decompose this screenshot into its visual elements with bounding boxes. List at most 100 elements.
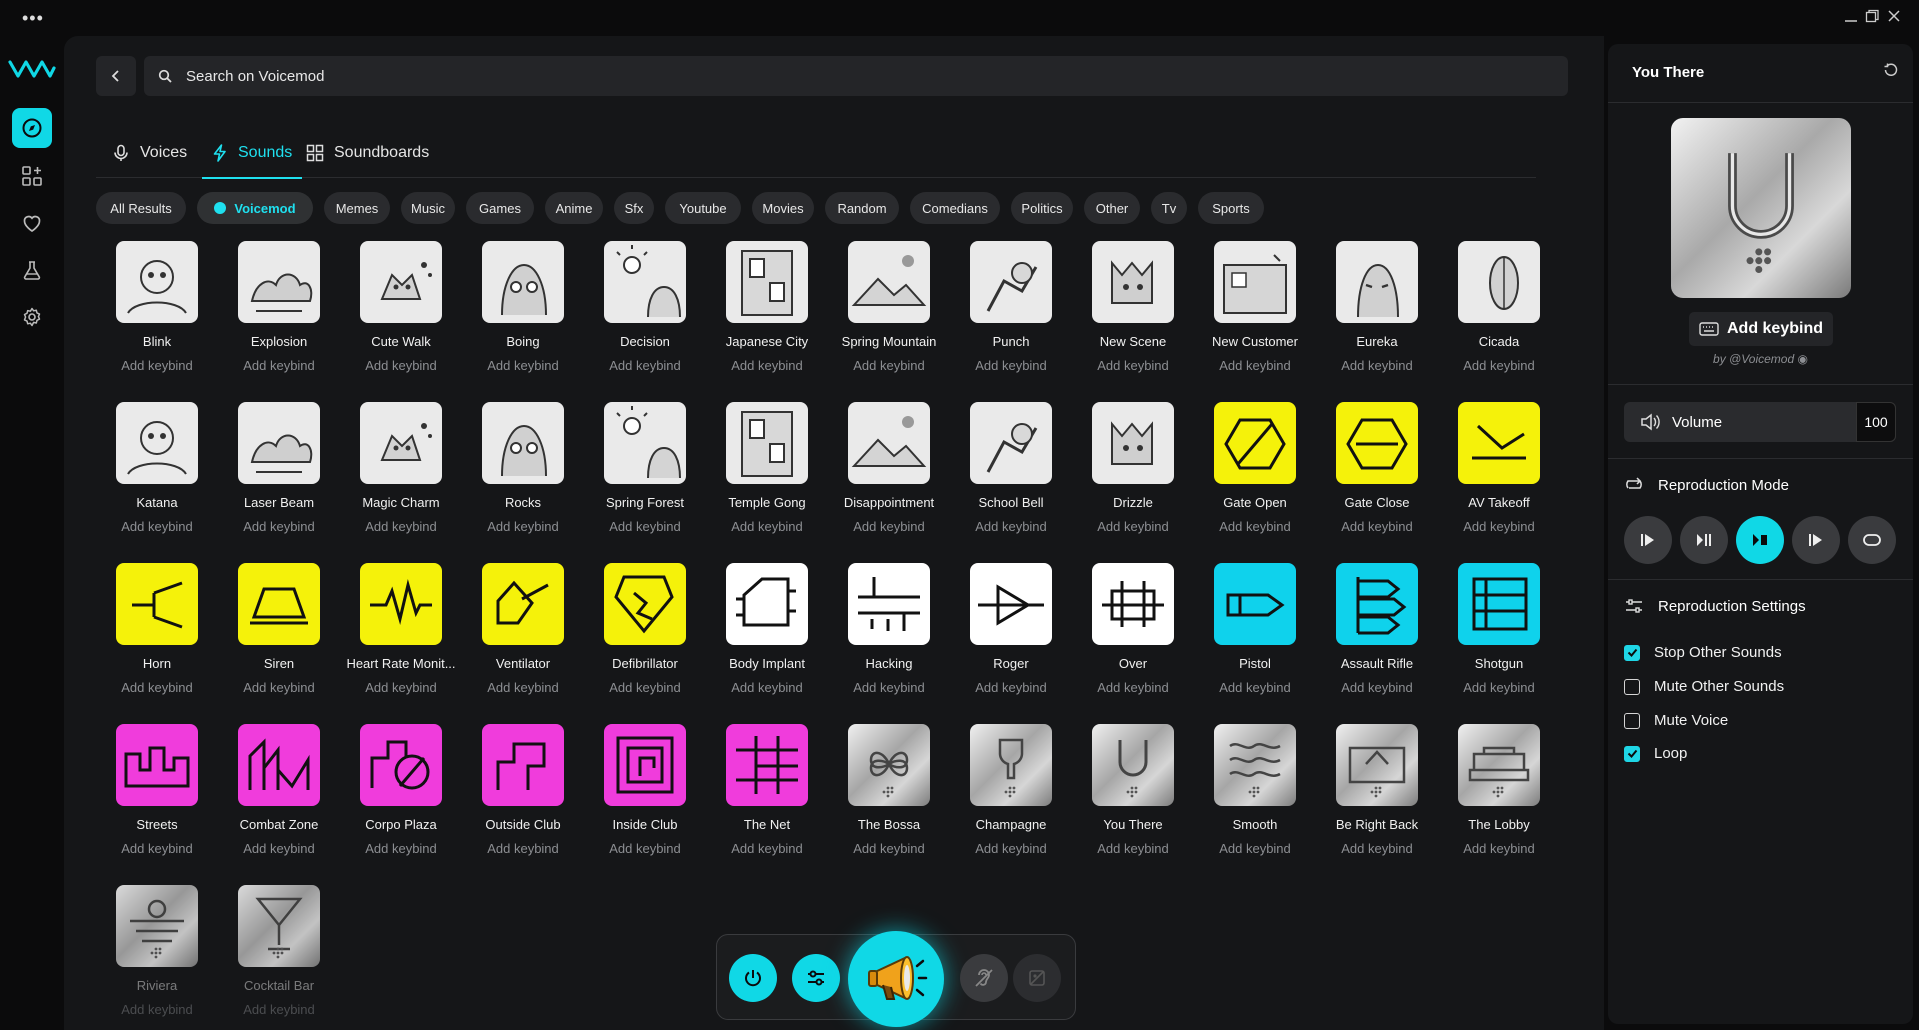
sound-card-magic-charm[interactable]: Magic Charm Add keybind	[340, 402, 462, 552]
sound-card-combat-zone[interactable]: Combat Zone Add keybind	[218, 724, 340, 874]
sound-card-champagne[interactable]: Champagne Add keybind	[950, 724, 1072, 874]
sound-add-keybind[interactable]: Add keybind	[218, 1002, 340, 1017]
filter-chip-other[interactable]: Other	[1084, 192, 1140, 224]
mode-loop-button[interactable]	[1848, 516, 1896, 564]
sound-thumbnail[interactable]	[1458, 241, 1540, 323]
sound-card-horn[interactable]: Horn Add keybind	[96, 563, 218, 713]
sound-add-keybind[interactable]: Add keybind	[706, 358, 828, 373]
sound-add-keybind[interactable]: Add keybind	[1194, 841, 1316, 856]
sound-card-av-takeoff[interactable]: AV Takeoff Add keybind	[1438, 402, 1560, 552]
sound-thumbnail[interactable]	[970, 402, 1052, 484]
sound-add-keybind[interactable]: Add keybind	[828, 680, 950, 695]
option-mute-other-sounds[interactable]: Mute Other Sounds	[1624, 678, 1784, 695]
sound-thumbnail[interactable]	[1092, 241, 1174, 323]
power-button[interactable]	[729, 954, 777, 1002]
sound-thumbnail[interactable]	[238, 724, 320, 806]
sound-thumbnail[interactable]	[1214, 724, 1296, 806]
sound-add-keybind[interactable]: Add keybind	[584, 680, 706, 695]
sound-add-keybind[interactable]: Add keybind	[218, 841, 340, 856]
restore-icon[interactable]	[1864, 8, 1880, 24]
sound-thumbnail[interactable]	[726, 563, 808, 645]
sound-add-keybind[interactable]: Add keybind	[706, 519, 828, 534]
filter-chip-sfx[interactable]: Sfx	[614, 192, 654, 224]
sound-thumbnail[interactable]	[238, 563, 320, 645]
volume-value[interactable]: 100	[1856, 402, 1896, 442]
tab-sounds[interactable]: Sounds	[201, 128, 303, 179]
sound-add-keybind[interactable]: Add keybind	[1072, 841, 1194, 856]
sound-add-keybind[interactable]: Add keybind	[706, 841, 828, 856]
sound-card-heart-rate-monit[interactable]: Heart Rate Monit... Add keybind	[340, 563, 462, 713]
sound-card-blink[interactable]: Blink Add keybind	[96, 241, 218, 391]
mode-play-restart-button[interactable]	[1624, 516, 1672, 564]
sound-add-keybind[interactable]: Add keybind	[1316, 358, 1438, 373]
filter-chip-music[interactable]: Music	[401, 192, 455, 224]
sound-thumbnail[interactable]	[116, 402, 198, 484]
sound-thumbnail[interactable]	[970, 241, 1052, 323]
sound-thumbnail[interactable]	[360, 241, 442, 323]
sound-thumbnail[interactable]	[1458, 402, 1540, 484]
filter-chip-politics[interactable]: Politics	[1011, 192, 1073, 224]
search-bar[interactable]	[144, 56, 1568, 96]
sound-card-streets[interactable]: Streets Add keybind	[96, 724, 218, 874]
sound-add-keybind[interactable]: Add keybind	[340, 680, 462, 695]
sound-add-keybind[interactable]: Add keybind	[218, 680, 340, 695]
sound-card-punch[interactable]: Punch Add keybind	[950, 241, 1072, 391]
sound-card-rocks[interactable]: Rocks Add keybind	[462, 402, 584, 552]
more-icon[interactable]: •••	[22, 8, 44, 29]
sound-card-the-net[interactable]: The Net Add keybind	[706, 724, 828, 874]
filter-chip-movies[interactable]: Movies	[752, 192, 814, 224]
close-icon[interactable]	[1886, 8, 1902, 24]
sound-add-keybind[interactable]: Add keybind	[706, 680, 828, 695]
filter-chip-sports[interactable]: Sports	[1198, 192, 1264, 224]
option-stop-other-sounds[interactable]: Stop Other Sounds	[1624, 644, 1782, 661]
sound-card-cute-walk[interactable]: Cute Walk Add keybind	[340, 241, 462, 391]
sound-card-inside-club[interactable]: Inside Club Add keybind	[584, 724, 706, 874]
sound-thumbnail[interactable]	[1336, 724, 1418, 806]
sound-thumbnail[interactable]	[238, 241, 320, 323]
add-keybind-button[interactable]: Add keybind	[1689, 312, 1833, 346]
sound-thumbnail[interactable]	[604, 241, 686, 323]
sound-add-keybind[interactable]: Add keybind	[1072, 519, 1194, 534]
sound-card-new-customer[interactable]: New Customer Add keybind	[1194, 241, 1316, 391]
sound-thumbnail[interactable]	[116, 563, 198, 645]
checkbox[interactable]	[1624, 678, 1640, 695]
sound-thumbnail[interactable]	[116, 724, 198, 806]
sound-add-keybind[interactable]: Add keybind	[96, 358, 218, 373]
sound-thumbnail[interactable]	[970, 724, 1052, 806]
voice-settings-button[interactable]	[792, 954, 840, 1002]
checkbox[interactable]	[1624, 712, 1640, 729]
sound-thumbnail[interactable]	[1214, 563, 1296, 645]
sound-add-keybind[interactable]: Add keybind	[950, 358, 1072, 373]
sound-add-keybind[interactable]: Add keybind	[1438, 519, 1560, 534]
background-effects-button[interactable]	[1013, 954, 1061, 1002]
sound-add-keybind[interactable]: Add keybind	[462, 358, 584, 373]
sound-card-katana[interactable]: Katana Add keybind	[96, 402, 218, 552]
sidebar-discover-button[interactable]	[12, 108, 52, 148]
sound-card-assault-rifle[interactable]: Assault Rifle Add keybind	[1316, 563, 1438, 713]
sound-thumbnail[interactable]	[1214, 402, 1296, 484]
sound-card-gate-close[interactable]: Gate Close Add keybind	[1316, 402, 1438, 552]
sound-add-keybind[interactable]: Add keybind	[950, 519, 1072, 534]
sound-thumbnail[interactable]	[848, 724, 930, 806]
sound-thumbnail[interactable]	[482, 402, 564, 484]
sound-thumbnail[interactable]	[604, 724, 686, 806]
sound-add-keybind[interactable]: Add keybind	[1438, 841, 1560, 856]
filter-chip-all-results[interactable]: All Results	[96, 192, 186, 224]
sound-thumbnail[interactable]	[1458, 563, 1540, 645]
sound-add-keybind[interactable]: Add keybind	[1072, 358, 1194, 373]
sound-thumbnail[interactable]	[726, 241, 808, 323]
sound-card-the-lobby[interactable]: The Lobby Add keybind	[1438, 724, 1560, 874]
tab-voices[interactable]: Voices	[112, 128, 187, 178]
soundboard-megaphone-button[interactable]	[848, 931, 944, 1027]
sound-card-siren[interactable]: Siren Add keybind	[218, 563, 340, 713]
sound-card-japanese-city[interactable]: Japanese City Add keybind	[706, 241, 828, 391]
sound-thumbnail[interactable]	[1336, 563, 1418, 645]
sound-add-keybind[interactable]: Add keybind	[1316, 841, 1438, 856]
sidebar-lab-button[interactable]	[12, 250, 52, 290]
sound-card-riviera[interactable]: Riviera Add keybind	[96, 885, 218, 1030]
sound-thumbnail[interactable]	[726, 724, 808, 806]
filter-chip-memes[interactable]: Memes	[324, 192, 390, 224]
sound-add-keybind[interactable]: Add keybind	[828, 358, 950, 373]
filter-chip-games[interactable]: Games	[466, 192, 534, 224]
sound-add-keybind[interactable]: Add keybind	[1194, 519, 1316, 534]
